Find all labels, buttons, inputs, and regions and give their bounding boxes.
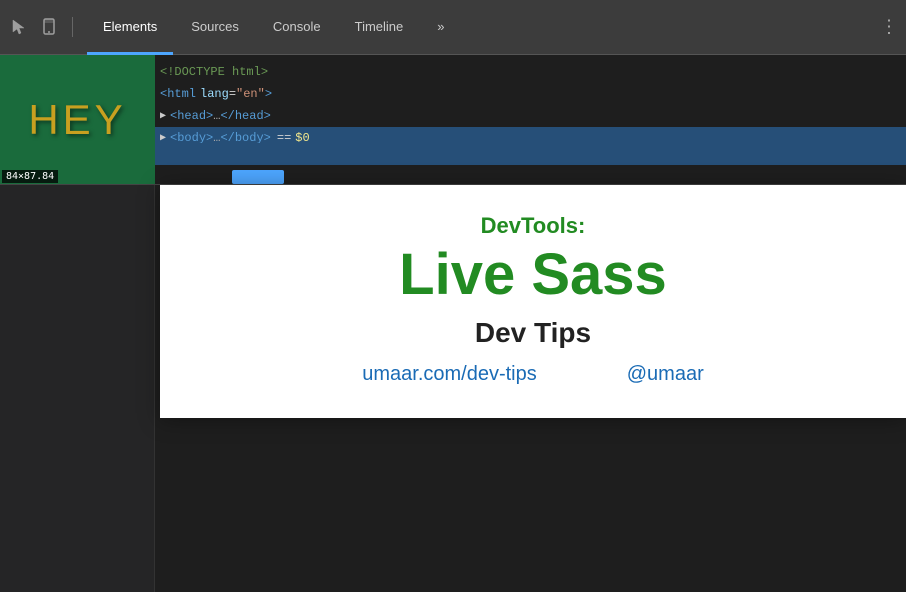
tab-more[interactable]: »: [421, 1, 460, 55]
hey-label: HEY: [28, 96, 126, 144]
page-thumbnail: HEY 84×87.84: [0, 55, 155, 185]
devtools-bar-right: ⋮: [880, 17, 898, 38]
device-icon[interactable]: [38, 16, 60, 38]
inspect-button[interactable]: [232, 170, 284, 184]
devtools-icon-group: [8, 16, 77, 38]
overlay-card: DevTools: Live Sass Dev Tips umaar.com/d…: [160, 185, 906, 418]
tab-elements[interactable]: Elements: [87, 1, 173, 55]
tab-sources[interactable]: Sources: [175, 1, 255, 55]
html-panel: HEY 84×87.84 <!DOCTYPE html> <html lang …: [0, 55, 906, 185]
overlay-subtitle: DevTools:: [180, 213, 886, 239]
tab-console[interactable]: Console: [257, 1, 337, 55]
cursor-icon[interactable]: [8, 16, 30, 38]
left-sidebar: [0, 185, 155, 592]
size-badge: 84×87.84: [2, 170, 58, 183]
divider: [72, 17, 73, 37]
overlay-title: Live Sass: [180, 243, 886, 307]
devtools-tab-list: Elements Sources Console Timeline »: [87, 0, 461, 54]
settings-button[interactable]: ⋮: [880, 17, 898, 38]
link-twitter[interactable]: @umaar: [627, 363, 704, 386]
devtools-toolbar: Elements Sources Console Timeline » ⋮: [0, 0, 906, 55]
overlay-section: Dev Tips: [180, 317, 886, 349]
overlay-links: umaar.com/dev-tips @umaar: [180, 363, 886, 386]
tab-timeline[interactable]: Timeline: [339, 1, 420, 55]
link-website[interactable]: umaar.com/dev-tips: [362, 363, 537, 386]
